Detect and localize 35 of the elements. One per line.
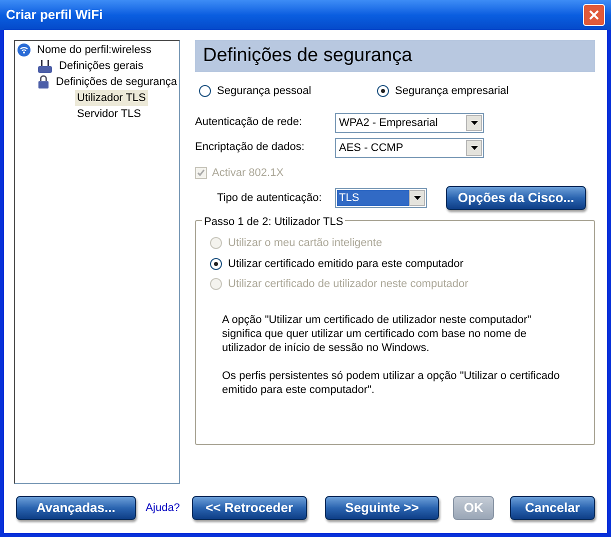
radio-label: Utilizar o meu cartão inteligente [228,236,382,251]
radio-button[interactable] [210,258,222,270]
dropdown[interactable]: TLS [335,188,427,208]
dialog-button[interactable]: << Retroceder [192,496,307,520]
checkbox-label: Activar 802.1X [212,166,284,180]
radio-button[interactable] [199,85,211,98]
radio-label: Utilizar certificado de utilizador neste computador [228,277,468,292]
wifi-icon [17,43,31,57]
tree-item[interactable]: Utilizador TLS [75,90,148,106]
window-title: Criar perfil WiFi [6,6,103,24]
field-label: Autenticação de rede: [195,115,304,130]
dialog-button[interactable]: Cancelar [510,496,595,520]
router-icon [37,58,53,74]
dropdown[interactable]: WPA2 - Empresarial [335,112,484,132]
lock-icon [37,74,50,90]
close-icon [589,10,599,20]
dialog-button[interactable]: Avançadas... [16,496,136,520]
info-paragraph: A opção "Utilizar um certificado de utilizador neste computador" significa que quer utilizar um certificado com base no nome de utilizador de início de sessão no Windows. [222,312,532,354]
radio-label: Segurança empresarial [395,84,509,99]
close-button[interactable] [583,4,605,26]
help-link[interactable]: Ajuda? [146,500,180,516]
tree-item[interactable]: Definições gerais [57,58,146,74]
dropdown[interactable]: AES - CCMP [335,138,484,158]
field-label: Encriptação de dados: [195,140,306,156]
tree-item[interactable]: Nome do perfil:wireless [35,42,154,58]
info-paragraph: Os perfis persistentes só podem utilizar a opção "Utilizar o certificado emitido para este computador". [222,368,561,396]
dialog-button[interactable]: Seguinte >> [324,496,440,520]
radio-button[interactable] [377,85,389,98]
tree-item[interactable]: Servidor TLS [75,106,143,122]
field-label: Tipo de autenticação: [217,190,323,206]
cisco-options-button[interactable]: Opções da Cisco... [446,186,586,210]
tree-item[interactable]: Definições de segurança [54,74,179,90]
radio-label: Utilizar certificado emitido para este computador [228,256,464,272]
radio-label: Segurança pessoal [217,84,312,99]
section-title: Definições de segurança [203,44,412,68]
